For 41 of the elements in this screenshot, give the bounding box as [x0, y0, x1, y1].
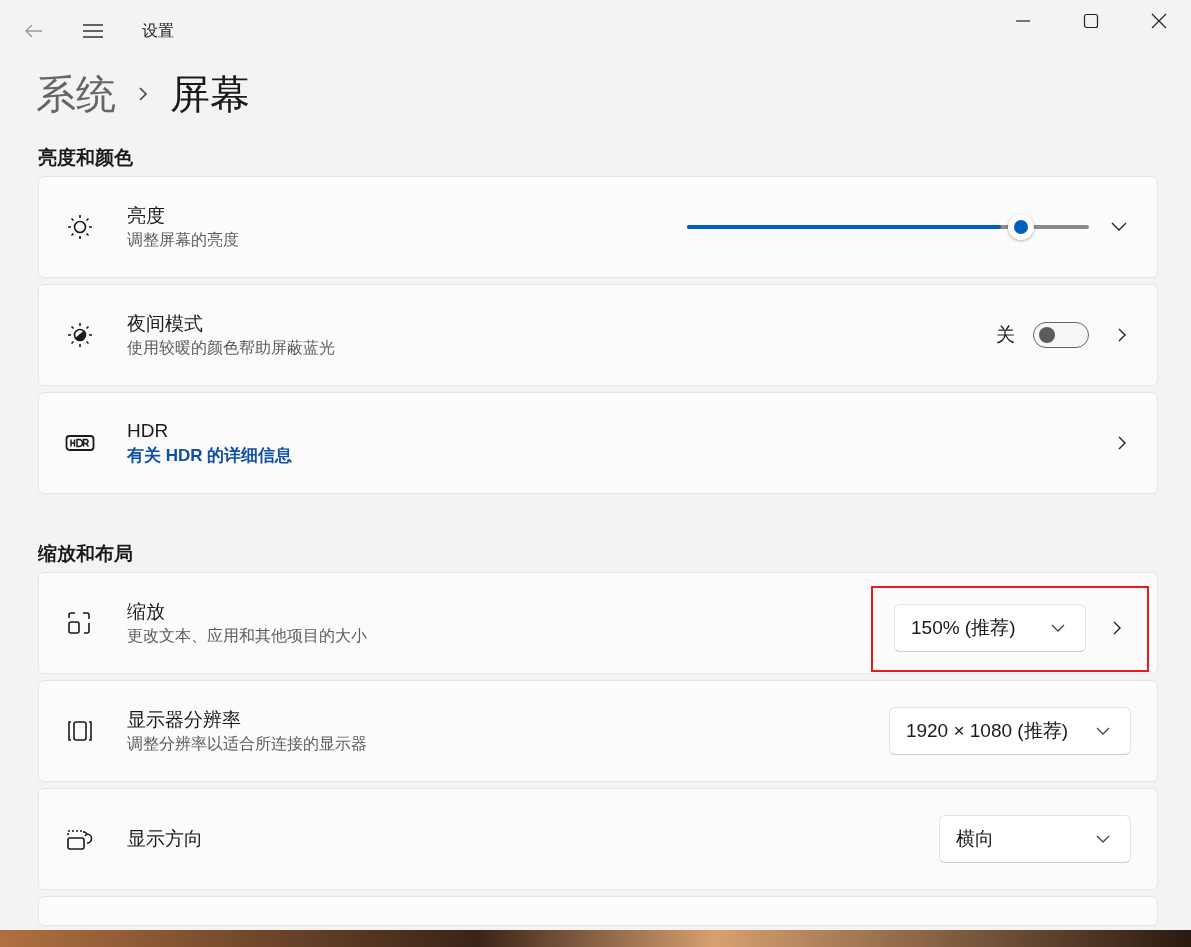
breadcrumb-item[interactable]: 系统: [36, 66, 116, 122]
setting-title: 亮度: [127, 204, 166, 228]
setting-icon: [65, 212, 95, 242]
section-heading: 缩放和布局: [38, 542, 134, 566]
info-link[interactable]: 有关 HDR 的详细信息: [127, 444, 293, 468]
setting-card[interactable]: 显示方向 横向: [38, 788, 1158, 890]
setting-card[interactable]: 夜间模式 使用较暖的颜色帮助屏蔽蓝光 关: [38, 284, 1158, 386]
dropdown[interactable]: 1920 × 1080 (推荐): [888, 707, 1131, 755]
setting-card[interactable]: 亮度 调整屏幕的亮度: [38, 176, 1158, 278]
dropdown[interactable]: 150% (推荐): [894, 604, 1086, 652]
chevron-down-icon[interactable]: [1111, 222, 1127, 232]
toggle-state-label: 关: [996, 323, 1015, 347]
chevron-down-icon: [1051, 624, 1065, 632]
chevron-right-icon: [138, 86, 148, 102]
section-heading: 亮度和颜色: [38, 146, 134, 170]
setting-description: 调整屏幕的亮度: [127, 230, 239, 250]
dropdown[interactable]: 横向: [939, 815, 1131, 863]
menu-icon[interactable]: [82, 23, 104, 39]
setting-title: 显示方向: [127, 827, 203, 851]
chevron-right-icon[interactable]: [1117, 327, 1127, 343]
setting-description: 调整分辨率以适合所连接的显示器: [127, 734, 367, 754]
setting-card[interactable]: 显示器分辨率 调整分辨率以适合所连接的显示器 1920 × 1080 (推荐): [38, 680, 1158, 782]
back-arrow-icon[interactable]: [24, 23, 44, 39]
setting-icon: [65, 320, 95, 350]
setting-title: 显示器分辨率: [127, 708, 242, 732]
setting-card[interactable]: 缩放 更改文本、应用和其他项目的大小 150% (推荐): [38, 572, 1158, 674]
setting-description: 更改文本、应用和其他项目的大小: [127, 626, 367, 646]
setting-title: HDR: [127, 419, 170, 443]
window-title: 设置: [142, 20, 174, 41]
maximize-icon[interactable]: [1083, 13, 1099, 29]
chevron-down-icon: [1096, 727, 1110, 735]
setting-title: 缩放: [127, 600, 166, 624]
chevron-down-icon: [1096, 835, 1110, 843]
setting-title: 夜间模式: [127, 312, 204, 336]
setting-card[interactable]: HDR 有关 HDR 的详细信息: [38, 392, 1158, 494]
close-icon[interactable]: [1151, 13, 1167, 29]
breadcrumb-item: 屏幕: [170, 70, 250, 118]
setting-description: 使用较暖的颜色帮助屏蔽蓝光: [127, 338, 335, 358]
chevron-right-icon[interactable]: [1117, 435, 1127, 451]
chevron-right-icon[interactable]: [1112, 620, 1122, 636]
toggle-switch[interactable]: [1033, 322, 1089, 348]
